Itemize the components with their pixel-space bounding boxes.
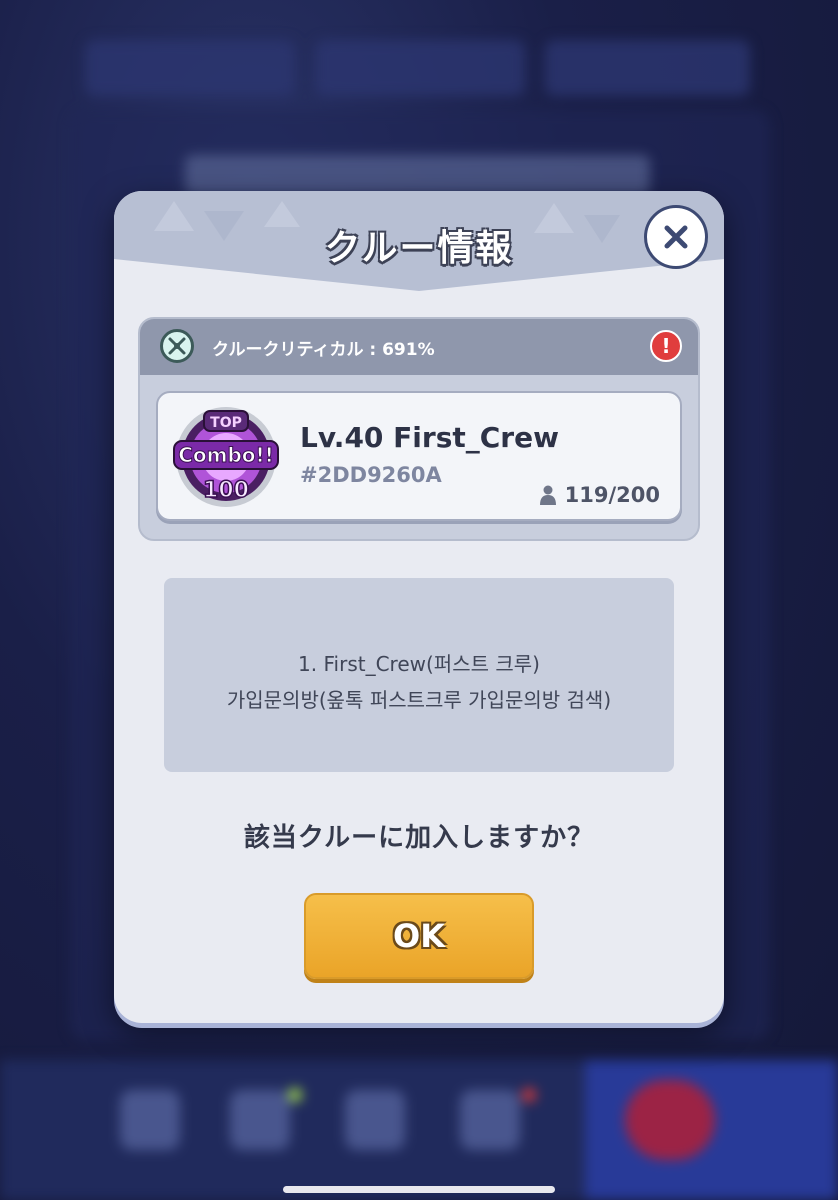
crew-critical-bar: クルークリティカル : 691% ! <box>140 319 698 375</box>
ok-label: OK <box>393 917 445 955</box>
background-heart-icon <box>625 1080 715 1160</box>
ok-button[interactable]: OK <box>304 893 534 979</box>
background-tab <box>85 40 295 96</box>
dialog-title: クルー情報 <box>324 228 514 269</box>
emblem-number: 100 <box>203 478 249 503</box>
crew-description: 1. First_Crew(퍼스트 크루) 가입문의방(옾톡 퍼스트크루 가입문… <box>164 578 674 772</box>
description-line: 1. First_Crew(퍼스트 크루) <box>298 652 540 676</box>
crew-name: Lv.40 First_Crew <box>300 421 559 454</box>
crew-info-dialog: クルー情報 クルークリティカル : 691% ! TOP Combo!! 100… <box>114 191 724 1023</box>
background-badge <box>288 1088 302 1102</box>
close-button[interactable] <box>644 205 708 269</box>
join-question: 該当クルーに加入しますか？ <box>243 823 595 853</box>
crew-critical-label: クルークリティカル : 691% <box>212 340 435 360</box>
background-nav-icon <box>460 1090 520 1150</box>
person-icon <box>539 485 556 505</box>
description-line: 가입문의방(옾톡 퍼스트크루 가입문의방 검색) <box>226 688 612 712</box>
crew-panel: クルークリティカル : 691% ! TOP Combo!! 100 Lv.40… <box>138 317 700 541</box>
crew-emblem: TOP Combo!! 100 <box>173 407 279 507</box>
background-nav-icon <box>120 1090 180 1150</box>
emblem-top-text: TOP <box>210 415 242 431</box>
emblem-main-text: Combo!! <box>178 443 274 467</box>
close-icon <box>664 225 688 249</box>
background-badge <box>522 1088 536 1102</box>
background-tab <box>315 40 525 96</box>
crew-id: #2DD9260A <box>300 463 442 487</box>
background-nav-icon <box>345 1090 405 1150</box>
background-tab <box>545 40 750 96</box>
background-search-bar <box>185 155 650 195</box>
member-count-value: 119/200 <box>564 483 660 507</box>
home-indicator[interactable] <box>283 1186 555 1193</box>
crew-card: TOP Combo!! 100 Lv.40 First_Crew #2DD926… <box>156 391 682 521</box>
exclamation-alert-icon[interactable]: ! <box>650 330 682 362</box>
background-nav-icon <box>230 1090 290 1150</box>
sword-burst-icon <box>160 329 194 363</box>
member-count: 119/200 <box>539 483 660 507</box>
